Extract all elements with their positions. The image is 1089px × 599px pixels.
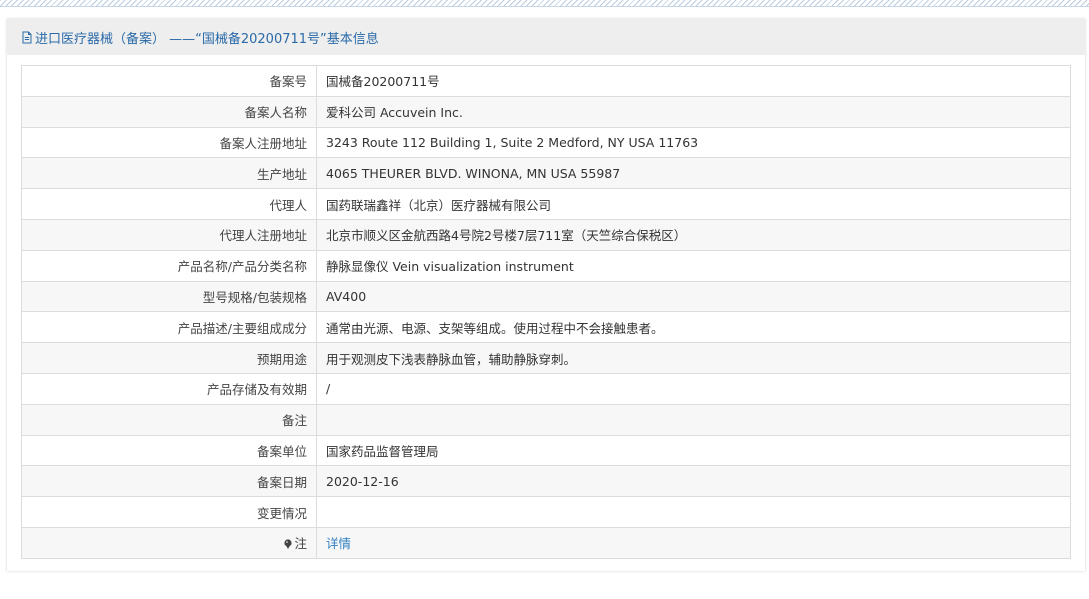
row-value xyxy=(316,403,1071,436)
table-row: 备案日期 2020-12-16 xyxy=(21,465,1071,498)
document-icon xyxy=(21,31,33,44)
table-row: 变更情况 xyxy=(21,496,1071,528)
row-label: 产品存储及有效期 xyxy=(21,372,317,405)
row-label: 生产地址 xyxy=(21,157,317,190)
info-table: 备案号 国械备20200711号 备案人名称 爱科公司 Accuvein Inc… xyxy=(21,65,1071,559)
note-label: 注 xyxy=(294,536,307,552)
row-value: 3243 Route 112 Building 1, Suite 2 Medfo… xyxy=(316,126,1071,159)
row-value: AV400 xyxy=(316,280,1071,313)
row-value: 通常由光源、电源、支架等组成。使用过程中不会接触患者。 xyxy=(316,311,1071,344)
row-label: 代理人注册地址 xyxy=(21,218,317,251)
row-label: 代理人 xyxy=(21,188,317,220)
row-label: 备注 xyxy=(21,403,317,436)
table-row: 备案单位 国家药品监督管理局 xyxy=(21,434,1071,467)
row-label: 备案日期 xyxy=(21,465,317,498)
table-row: 产品名称/产品分类名称 静脉显像仪 Vein visualization ins… xyxy=(21,249,1071,282)
table-row: 产品存储及有效期 / xyxy=(21,372,1071,405)
row-value: / xyxy=(316,372,1071,405)
table-row: 生产地址 4065 THEURER BLVD. WINONA, MN USA 5… xyxy=(21,157,1071,190)
note-value-cell: 详情 xyxy=(316,526,1071,559)
row-label: 预期用途 xyxy=(21,342,317,374)
row-label: 备案人注册地址 xyxy=(21,126,317,159)
row-value: 北京市顺义区金航西路4号院2号楼7层711室（天竺综合保税区） xyxy=(316,218,1071,251)
table-row: 备案人名称 爱科公司 Accuvein Inc. xyxy=(21,95,1071,128)
table-row: 备案人注册地址 3243 Route 112 Building 1, Suite… xyxy=(21,126,1071,159)
row-value: 用于观测皮下浅表静脉血管，辅助静脉穿刺。 xyxy=(316,342,1071,374)
row-value: 爱科公司 Accuvein Inc. xyxy=(316,95,1071,128)
row-value: 国家药品监督管理局 xyxy=(316,434,1071,467)
row-label: 型号规格/包装规格 xyxy=(21,280,317,313)
table-row: 代理人注册地址 北京市顺义区金航西路4号院2号楼7层711室（天竺综合保税区） xyxy=(21,218,1071,251)
row-value: 国械备20200711号 xyxy=(316,65,1071,97)
row-label: 产品名称/产品分类名称 xyxy=(21,249,317,282)
panel-header: 进口医疗器械（备案） ——“国械备20200711号”基本信息 xyxy=(7,19,1085,55)
row-label: 产品描述/主要组成成分 xyxy=(21,311,317,344)
row-value: 静脉显像仪 Vein visualization instrument xyxy=(316,249,1071,282)
table-row: 预期用途 用于观测皮下浅表静脉血管，辅助静脉穿刺。 xyxy=(21,342,1071,374)
table-row: 产品描述/主要组成成分 通常由光源、电源、支架等组成。使用过程中不会接触患者。 xyxy=(21,311,1071,344)
table-row: 备注 xyxy=(21,403,1071,436)
row-value: 国药联瑞鑫祥（北京）医疗器械有限公司 xyxy=(316,188,1071,220)
row-label: 备案号 xyxy=(21,65,317,97)
page-title: 进口医疗器械（备案） ——“国械备20200711号”基本信息 xyxy=(35,31,379,47)
table-row: 型号规格/包装规格 AV400 xyxy=(21,280,1071,313)
info-panel: 进口医疗器械（备案） ——“国械备20200711号”基本信息 备案号 国械备2… xyxy=(7,19,1085,571)
table-row: 备案号 国械备20200711号 xyxy=(21,65,1071,97)
row-value xyxy=(316,496,1071,528)
row-value: 2020-12-16 xyxy=(316,465,1071,498)
row-label: 变更情况 xyxy=(21,496,317,528)
row-value: 4065 THEURER BLVD. WINONA, MN USA 55987 xyxy=(316,157,1071,190)
note-label-cell: 注 xyxy=(21,526,317,559)
table-row: 代理人 国药联瑞鑫祥（北京）医疗器械有限公司 xyxy=(21,188,1071,220)
details-link[interactable]: 详情 xyxy=(326,536,351,551)
row-label: 备案单位 xyxy=(21,434,317,467)
table-row-note: 注 详情 xyxy=(21,526,1071,559)
top-stripe xyxy=(0,0,1089,7)
row-label: 备案人名称 xyxy=(21,95,317,128)
pin-icon xyxy=(283,537,293,550)
